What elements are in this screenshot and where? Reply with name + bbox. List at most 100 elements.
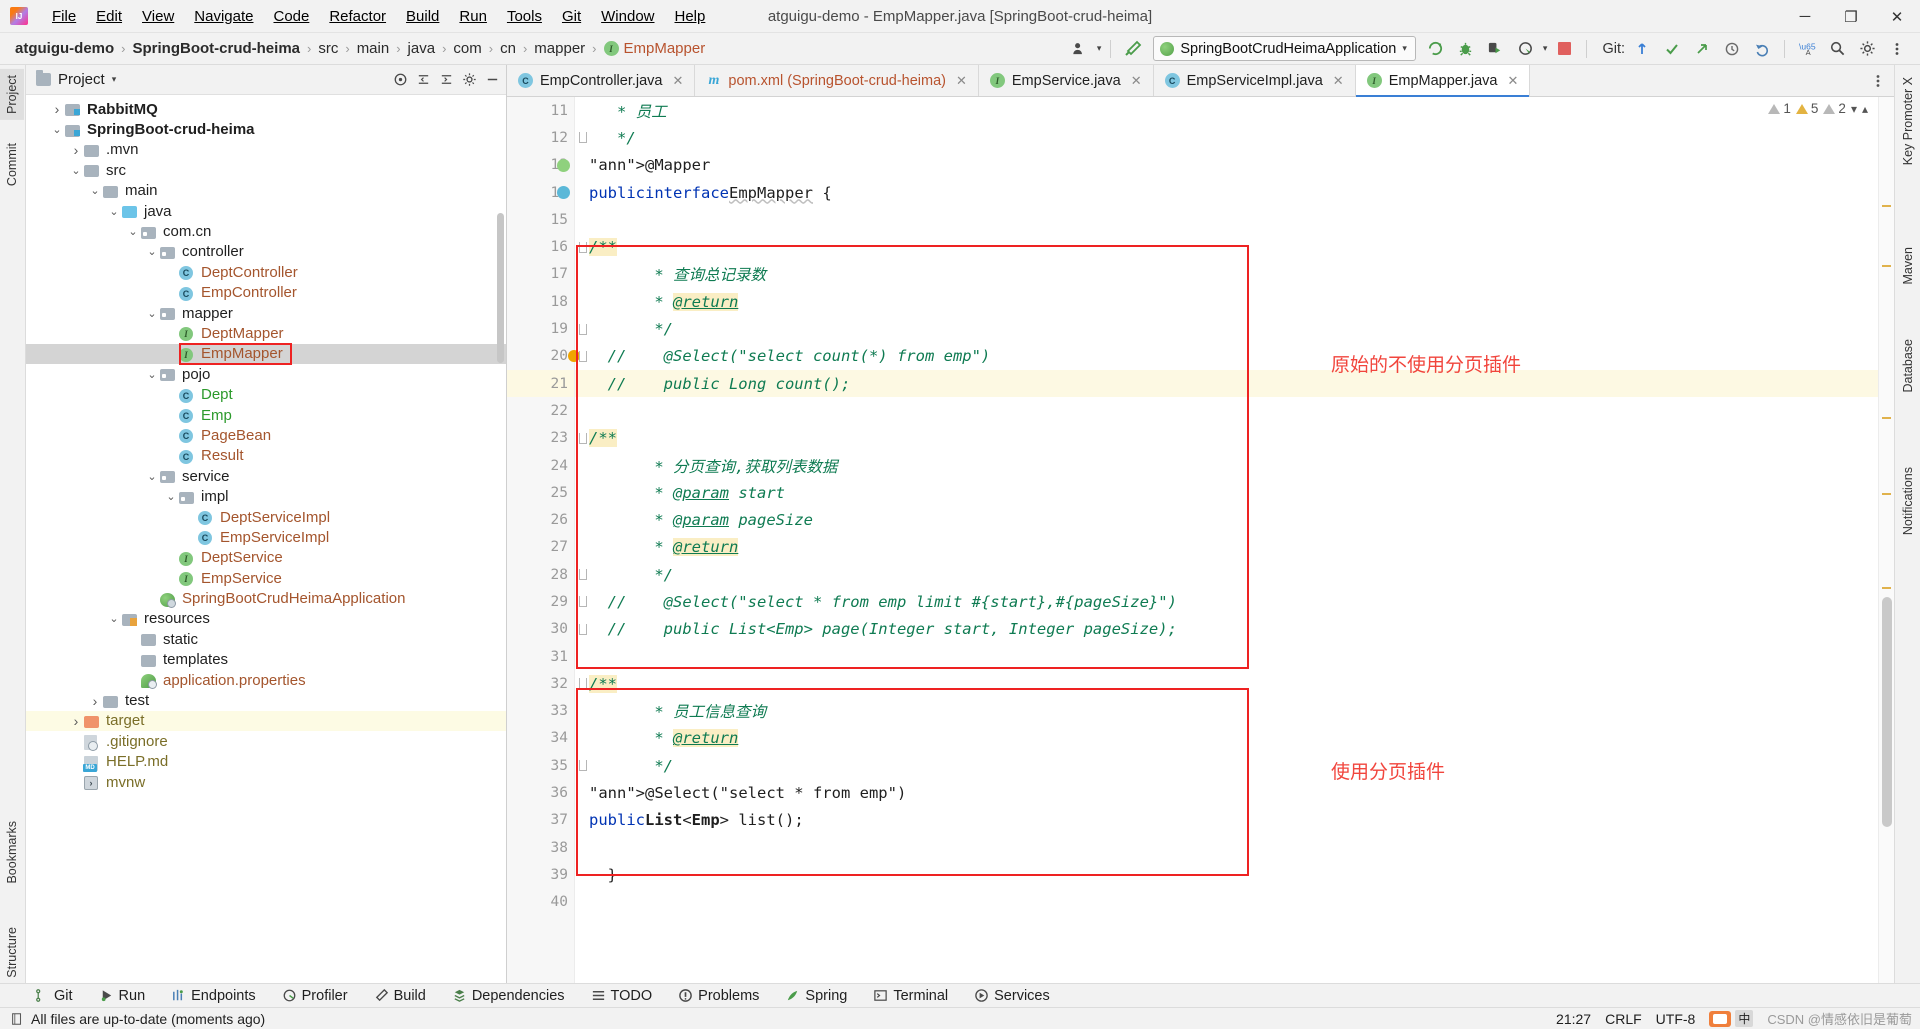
breadcrumb-item-cn[interactable]: cn	[497, 38, 519, 59]
editor-tab-options-icon[interactable]	[1862, 65, 1894, 96]
inspection-scrollbar[interactable]	[1878, 97, 1894, 986]
tree-item-target[interactable]: › target	[26, 710, 506, 732]
chevron-down-icon[interactable]: ▾	[1402, 43, 1407, 54]
hide-panel-icon[interactable]	[484, 72, 500, 88]
chevron-right-icon[interactable]: ›	[70, 142, 82, 158]
breadcrumb-item-java[interactable]: java	[405, 38, 439, 59]
inspection-chevron-down-icon[interactable]: ▾	[1851, 102, 1857, 116]
sidebar-tab-database[interactable]: Database	[1896, 333, 1920, 399]
line-separator[interactable]: CRLF	[1605, 1011, 1642, 1027]
code-line[interactable]	[575, 834, 1894, 861]
bottom-tab-run[interactable]: Run	[95, 986, 150, 1006]
tree-item-empcontroller[interactable]: C EmpController	[26, 283, 506, 303]
weak-warning-count-chip[interactable]: 2	[1823, 101, 1846, 116]
project-tree[interactable]: › RabbitMQ ⌄ SpringBoot-crud-heima › .mvn ⌄ src…	[26, 95, 506, 986]
tree-item-deptserviceimpl[interactable]: C DeptServiceImpl	[26, 507, 506, 527]
user-account-icon[interactable]	[1067, 37, 1093, 61]
menu-code[interactable]: Code	[263, 5, 319, 28]
mybatis-mapper-gutter-icon[interactable]	[557, 186, 570, 200]
menu-tools[interactable]: Tools	[497, 5, 552, 28]
tree-item-pojo[interactable]: ⌄ pojo	[26, 364, 506, 384]
tab-empservice[interactable]: I EmpService.java ✕	[978, 65, 1154, 96]
bottom-tab-problems[interactable]: Problems	[674, 986, 763, 1006]
git-push-icon[interactable]	[1689, 37, 1715, 61]
tree-item-empmapper[interactable]: I EmpMapper	[26, 343, 506, 365]
menu-run[interactable]: Run	[449, 5, 497, 28]
code-line[interactable]: public interface EmpMapper {	[575, 179, 1894, 206]
code-line[interactable]	[575, 643, 1894, 670]
tree-item-main[interactable]: ⌄ main	[26, 181, 506, 201]
bottom-tab-endpoints[interactable]: Endpoints	[167, 986, 260, 1006]
file-encoding[interactable]: UTF-8	[1656, 1011, 1696, 1027]
menu-build[interactable]: Build	[396, 5, 449, 28]
sidebar-tab-key-promoter[interactable]: Key Promoter X	[1896, 71, 1920, 171]
tree-item-java[interactable]: ⌄ java	[26, 201, 506, 221]
code-line[interactable]: /**	[575, 670, 1894, 697]
select-opened-file-icon[interactable]	[392, 72, 408, 88]
debug-button[interactable]	[1453, 37, 1479, 61]
tree-item-mvnw[interactable]: › mvnw	[26, 772, 506, 792]
code-line[interactable]: // public Long count();	[575, 369, 1894, 398]
breadcrumb-item-project[interactable]: atguigu-demo	[12, 38, 117, 59]
close-icon[interactable]: ✕	[956, 73, 967, 89]
tree-item-application-properties[interactable]: application.properties	[26, 670, 506, 690]
tree-item-help-md[interactable]: HELP.md	[26, 752, 506, 772]
code-line[interactable]: // public List<Emp> page(Integer start, …	[575, 616, 1894, 643]
code-content[interactable]: * 员工 */ "ann" >@Mapper public interface E…	[575, 97, 1894, 986]
menu-file[interactable]: File	[42, 5, 86, 28]
stop-button[interactable]	[1551, 37, 1577, 61]
code-line[interactable]: * 员工	[575, 97, 1894, 124]
tree-item-dept[interactable]: C Dept	[26, 384, 506, 404]
tree-item-emp[interactable]: C Emp	[26, 405, 506, 425]
code-line[interactable]: */	[575, 124, 1894, 151]
sogou-ime-icon[interactable]: 中	[1709, 1010, 1754, 1027]
menu-refactor[interactable]: Refactor	[319, 5, 396, 28]
tree-item-gitignore[interactable]: .gitignore	[26, 731, 506, 752]
tree-item-mapper[interactable]: ⌄ mapper	[26, 303, 506, 323]
menu-navigate[interactable]: Navigate	[184, 5, 263, 28]
bottom-tab-todo[interactable]: TODO	[587, 986, 657, 1006]
sidebar-tab-bookmarks[interactable]: Bookmarks	[0, 815, 24, 890]
chevron-down-icon[interactable]: ⌄	[108, 205, 120, 218]
bottom-tab-git[interactable]: Git	[30, 986, 77, 1006]
tree-item-result[interactable]: C Result	[26, 446, 506, 466]
code-line[interactable]: * 查询总记录数	[575, 261, 1894, 288]
chevron-right-icon[interactable]: ›	[70, 713, 82, 729]
bottom-tab-build[interactable]: Build	[370, 986, 430, 1006]
tree-item-templates[interactable]: templates	[26, 650, 506, 670]
run-button[interactable]	[1423, 37, 1449, 61]
code-line[interactable]: * 分页查询,获取列表数据	[575, 452, 1894, 479]
code-line[interactable]	[575, 889, 1894, 916]
chevron-down-icon[interactable]: ⌄	[146, 246, 158, 258]
project-view-chevron-down-icon[interactable]: ▾	[112, 74, 117, 85]
code-line[interactable]: }	[575, 861, 1894, 888]
more-options-icon[interactable]	[1884, 37, 1910, 61]
tab-pom-xml[interactable]: m pom.xml (SpringBoot-crud-heima) ✕	[695, 65, 979, 96]
bottom-tab-profiler[interactable]: Profiler	[278, 986, 352, 1006]
tree-item-resources[interactable]: ⌄ resources	[26, 609, 506, 629]
code-line[interactable]: * @param start	[575, 479, 1894, 506]
breadcrumb-item-main[interactable]: main	[354, 38, 393, 59]
gear-icon[interactable]	[1854, 37, 1880, 61]
bottom-tab-terminal[interactable]: Terminal	[869, 986, 952, 1006]
breadcrumb-item-mapper[interactable]: mapper	[531, 38, 588, 59]
collapse-all-icon[interactable]	[438, 72, 454, 88]
profile-dropdown-caret[interactable]: ▾	[1543, 43, 1548, 54]
code-line[interactable]: * @return	[575, 725, 1894, 752]
git-update-icon[interactable]	[1629, 37, 1655, 61]
menu-help[interactable]: Help	[665, 5, 716, 28]
close-icon[interactable]: ✕	[1508, 73, 1519, 89]
breadcrumb-item-com[interactable]: com	[450, 38, 484, 59]
chevron-down-icon[interactable]: ⌄	[146, 307, 158, 320]
menu-edit[interactable]: Edit	[86, 5, 132, 28]
tree-item-mvn[interactable]: › .mvn	[26, 140, 506, 160]
sidebar-tab-notifications[interactable]: Notifications	[1896, 461, 1920, 541]
chevron-down-icon[interactable]: ⌄	[146, 470, 158, 483]
chevron-down-icon[interactable]: ⌄	[89, 185, 101, 197]
tree-item-deptservice[interactable]: I DeptService	[26, 548, 506, 568]
tree-item-src[interactable]: ⌄ src	[26, 160, 506, 180]
git-commit-icon[interactable]	[1659, 37, 1685, 61]
code-line[interactable]	[575, 397, 1894, 424]
breadcrumb[interactable]: atguigu-demo › SpringBoot-crud-heima › s…	[12, 38, 708, 59]
profile-button[interactable]	[1513, 37, 1539, 61]
